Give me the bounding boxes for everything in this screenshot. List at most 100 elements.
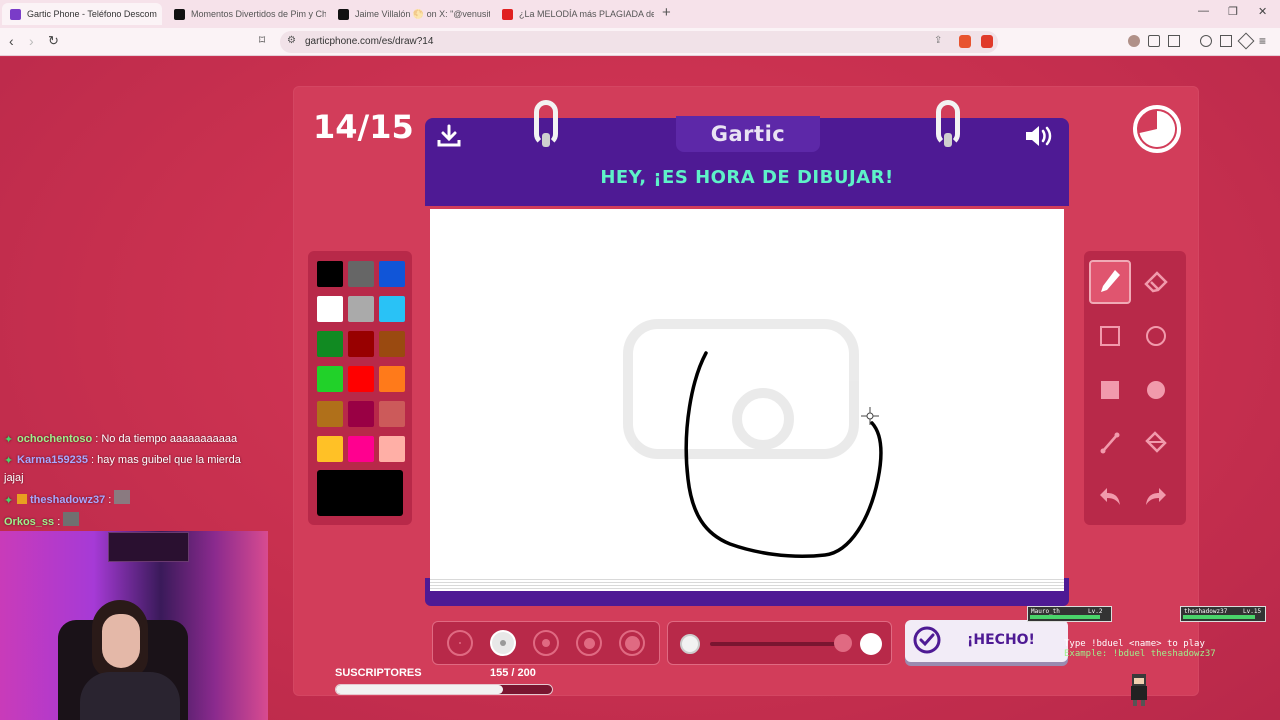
opacity-handle[interactable] — [834, 634, 852, 652]
binder-ring-right — [936, 100, 960, 147]
back-icon[interactable]: ‹ — [9, 33, 14, 49]
brush-size-2[interactable] — [490, 630, 516, 656]
music-icon[interactable] — [1200, 35, 1212, 47]
duel-player-level: Lv.15 — [1243, 608, 1262, 615]
tab-title: Gartic Phone - Teléfono Descom — [27, 9, 157, 19]
logo-tab: Gartic — [676, 116, 820, 152]
color-swatch[interactable] — [317, 366, 343, 392]
restore-icon[interactable]: ❐ — [1228, 5, 1238, 18]
bookmark-icon[interactable]: ⌑ — [259, 33, 265, 47]
color-swatch[interactable] — [348, 261, 374, 287]
color-swatch[interactable] — [379, 436, 405, 462]
round-counter: 14/15 — [313, 108, 414, 146]
undo-button[interactable] — [1089, 474, 1131, 518]
chat-text: : — [57, 516, 61, 528]
brush-size-1[interactable] — [447, 630, 473, 656]
duel-player-level: Lv.2 — [1088, 608, 1103, 615]
new-tab-button[interactable]: + — [662, 4, 671, 21]
check-badge-icon — [913, 626, 941, 654]
x-favicon-icon — [338, 8, 349, 20]
color-swatch[interactable] — [348, 366, 374, 392]
eraser-icon — [1144, 271, 1168, 293]
site-info-icon[interactable]: ⚙ — [287, 35, 296, 46]
chat-username: ochochentoso — [17, 433, 93, 445]
brave-rewards-icon[interactable] — [981, 35, 993, 48]
duel-hp-bar — [1183, 615, 1255, 619]
youtube-favicon-icon — [502, 8, 513, 20]
address-bar[interactable]: ⚙ garticphone.com/es/draw?14 ⇪ — [280, 31, 998, 53]
url-text: garticphone.com/es/draw?14 — [305, 36, 434, 47]
download-button[interactable] — [431, 118, 467, 154]
chat-username: Karma159235 — [17, 454, 88, 466]
color-swatch[interactable] — [317, 436, 343, 462]
gartic-phone-watermark — [623, 319, 859, 459]
brave-shield-icon[interactable] — [959, 35, 971, 48]
browser-tab-youtube[interactable]: ¿La MELODÍA más PLAGIADA de la h — [494, 3, 654, 25]
pixel-character-icon — [1126, 672, 1152, 708]
rectangle-outline-tool-button[interactable] — [1089, 314, 1131, 358]
sound-button[interactable] — [1022, 118, 1058, 154]
undo-icon — [1100, 488, 1120, 505]
drawing-canvas[interactable] — [430, 209, 1064, 579]
sub-badge-icon: ✦ — [4, 495, 14, 507]
done-button[interactable]: ¡HECHO! — [905, 620, 1068, 662]
opacity-track — [710, 642, 836, 646]
reload-icon[interactable]: ↻ — [48, 33, 59, 49]
eraser-tool-button[interactable] — [1135, 260, 1177, 304]
sub-badge-icon: ✦ — [4, 455, 14, 467]
forward-icon[interactable]: › — [29, 33, 34, 49]
browser-tab-gartic[interactable]: Gartic Phone - Teléfono Descom ✕ — [2, 3, 162, 25]
ellipse-outline-icon — [1146, 326, 1166, 346]
line-tool-button[interactable] — [1089, 421, 1131, 465]
brush-size-3[interactable] — [533, 630, 559, 656]
color-swatch[interactable] — [348, 331, 374, 357]
color-swatch[interactable] — [348, 436, 374, 462]
download-icon — [437, 124, 461, 147]
sidebar-icon[interactable] — [1220, 35, 1232, 47]
fill-tool-button[interactable] — [1135, 421, 1177, 465]
chat-message: ✦ Karma159235 : hay mas guibel que la mie… — [0, 451, 262, 487]
chat-message: ✦ ochochentoso : No da tiempo aaaaaaaaaaa — [0, 430, 262, 448]
ellipse-outline-tool-button[interactable] — [1135, 314, 1177, 358]
media-icon[interactable] — [1168, 35, 1180, 47]
rectangle-filled-icon — [1101, 381, 1119, 399]
rectangle-filled-tool-button[interactable] — [1089, 368, 1131, 412]
color-swatch[interactable] — [379, 296, 405, 322]
chat-message: Orkos_ss : — [0, 512, 262, 531]
redo-button[interactable] — [1135, 474, 1177, 518]
pen-tool-button[interactable] — [1089, 260, 1131, 304]
opacity-slider[interactable] — [667, 621, 892, 665]
color-swatch[interactable] — [379, 331, 405, 357]
browser-tab-bar: Gartic Phone - Teléfono Descom ✕ Momento… — [0, 0, 1280, 28]
current-color-preview[interactable] — [317, 470, 403, 516]
color-swatch[interactable] — [317, 401, 343, 427]
color-swatch[interactable] — [379, 401, 405, 427]
color-swatch[interactable] — [348, 296, 374, 322]
ellipse-filled-icon — [1147, 381, 1165, 399]
ellipse-filled-tool-button[interactable] — [1135, 368, 1177, 412]
color-swatch[interactable] — [348, 401, 374, 427]
duel-example: Example: !bduel theshadowz37 — [1064, 649, 1216, 659]
subscribers-count: 155 / 200 — [490, 667, 536, 679]
opacity-low-icon — [680, 634, 700, 654]
minimize-icon[interactable]: — — [1198, 5, 1209, 17]
color-swatch[interactable] — [379, 366, 405, 392]
color-swatch[interactable] — [317, 261, 343, 287]
chat-username: theshadowz37 — [30, 494, 106, 506]
paper-stack-edge — [430, 577, 1064, 591]
color-swatch[interactable] — [379, 261, 405, 287]
color-swatch[interactable] — [317, 331, 343, 357]
brush-size-4[interactable] — [576, 630, 602, 656]
line-icon — [1100, 432, 1120, 454]
menu-icon[interactable]: ≡ — [1259, 34, 1266, 48]
leo-ai-icon[interactable] — [1237, 32, 1255, 50]
share-icon[interactable]: ⇪ — [934, 35, 942, 46]
extension-icon[interactable] — [1128, 35, 1140, 47]
browser-tab-x[interactable]: Jaime Villalón 🌕 on X: "@venusitsa — [330, 3, 490, 25]
color-swatch[interactable] — [317, 296, 343, 322]
extensions-puzzle-icon[interactable] — [1148, 35, 1160, 47]
binder-ring-left — [534, 100, 558, 147]
close-window-icon[interactable]: ✕ — [1258, 5, 1267, 18]
browser-tab-tiktok[interactable]: Momentos Divertidos de Pim y Char — [166, 3, 326, 25]
brush-size-5[interactable] — [619, 630, 645, 656]
